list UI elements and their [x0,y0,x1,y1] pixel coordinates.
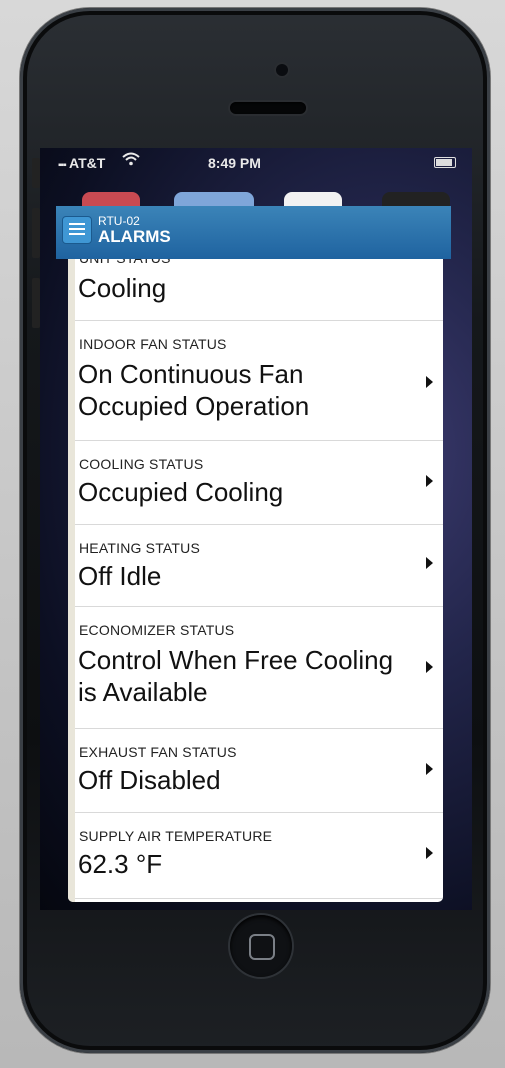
status-time: 8:49 PM [208,155,261,171]
list-item-heating-status[interactable]: HEATING STATUS Off Idle [75,524,443,607]
list-item-supply-air-temperature[interactable]: SUPPLY AIR TEMPERATURE 62.3 °F [75,812,443,899]
wifi-icon [122,152,140,170]
row-label: ECONOMIZER STATUS [79,622,235,638]
status-list: UNIT STATUS Cooling INDOOR FAN STATUS On… [68,258,443,902]
row-value: Control When Free Cooling is Available [78,645,394,707]
app-header: RTU-02 ALARMS [56,206,451,259]
carrier-label: ▪▪▪ AT&T [58,155,105,171]
chevron-right-icon [426,661,433,673]
row-value: 62.3 °F [78,849,163,879]
mute-switch [32,158,40,188]
row-value: Off Disabled [78,765,221,795]
row-label: HEATING STATUS [79,540,201,556]
list-item-indoor-fan-status[interactable]: INDOOR FAN STATUS On Continuous Fan Occu… [75,320,443,441]
chevron-right-icon [426,475,433,487]
hamburger-menu-icon[interactable] [62,216,92,244]
row-value: Cooling [78,273,167,303]
chevron-right-icon [426,376,433,388]
row-label: SUPPLY AIR TEMPERATURE [79,828,273,844]
list-item-exhaust-fan-status[interactable]: EXHAUST FAN STATUS Off Disabled [75,728,443,813]
home-button[interactable] [230,915,292,977]
app-panel: UNIT STATUS Cooling INDOOR FAN STATUS On… [68,206,443,902]
chevron-right-icon [426,557,433,569]
volume-up-button [32,208,40,258]
row-value: On Continuous Fan Occupied Operation [78,359,310,421]
wifi-icon-glyph [122,152,140,166]
chevron-right-icon [426,763,433,775]
row-value: Off Idle [78,561,162,591]
list-item-economizer-status[interactable]: ECONOMIZER STATUS Control When Free Cool… [75,606,443,729]
row-label: EXHAUST FAN STATUS [79,744,237,760]
list-item-cooling-status[interactable]: COOLING STATUS Occupied Cooling [75,440,443,525]
carrier-name: AT&T [69,155,106,171]
earpiece-speaker [230,102,306,114]
page-title: ALARMS [98,227,171,246]
unit-name: RTU-02 [98,214,140,228]
battery-icon [434,157,456,168]
row-label: COOLING STATUS [79,456,204,472]
list-item-unit-status: UNIT STATUS Cooling [75,258,443,321]
phone-screen: ▪▪▪ AT&T 8:49 PM RTU-02 ALARMS UNIT STAT… [40,148,472,910]
status-list-container: UNIT STATUS Cooling INDOOR FAN STATUS On… [68,258,443,902]
row-value: Occupied Cooling [78,477,284,507]
row-label: INDOOR FAN STATUS [79,336,227,352]
chevron-right-icon [426,847,433,859]
front-camera [276,64,288,76]
volume-down-button [32,278,40,328]
row-label: UNIT STATUS [79,258,171,266]
status-bar: ▪▪▪ AT&T 8:49 PM [40,148,472,176]
home-button-square-icon [249,934,275,960]
cellular-signal-icon: ▪▪▪ [58,160,67,171]
